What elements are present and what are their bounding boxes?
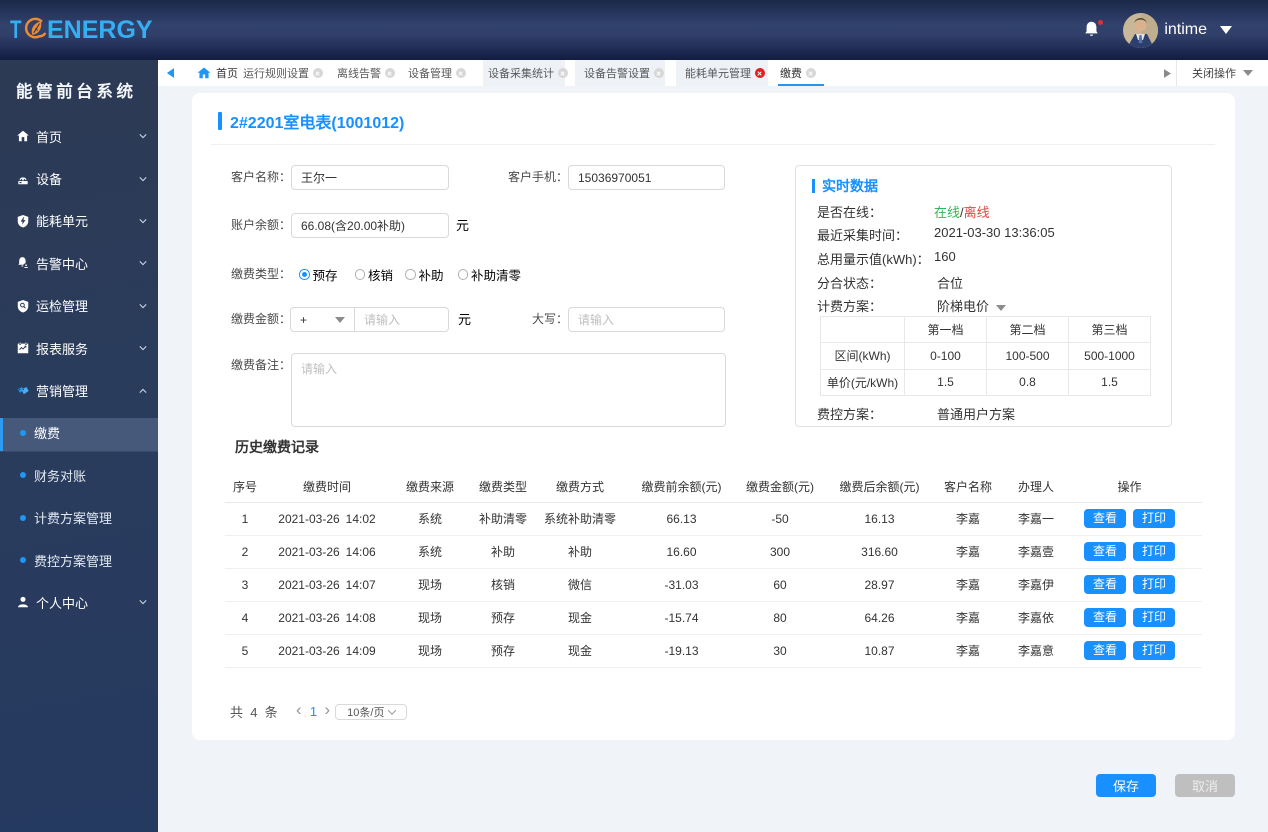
svg-text:ENERGY: ENERGY (47, 16, 153, 44)
svg-text:T: T (10, 15, 22, 43)
